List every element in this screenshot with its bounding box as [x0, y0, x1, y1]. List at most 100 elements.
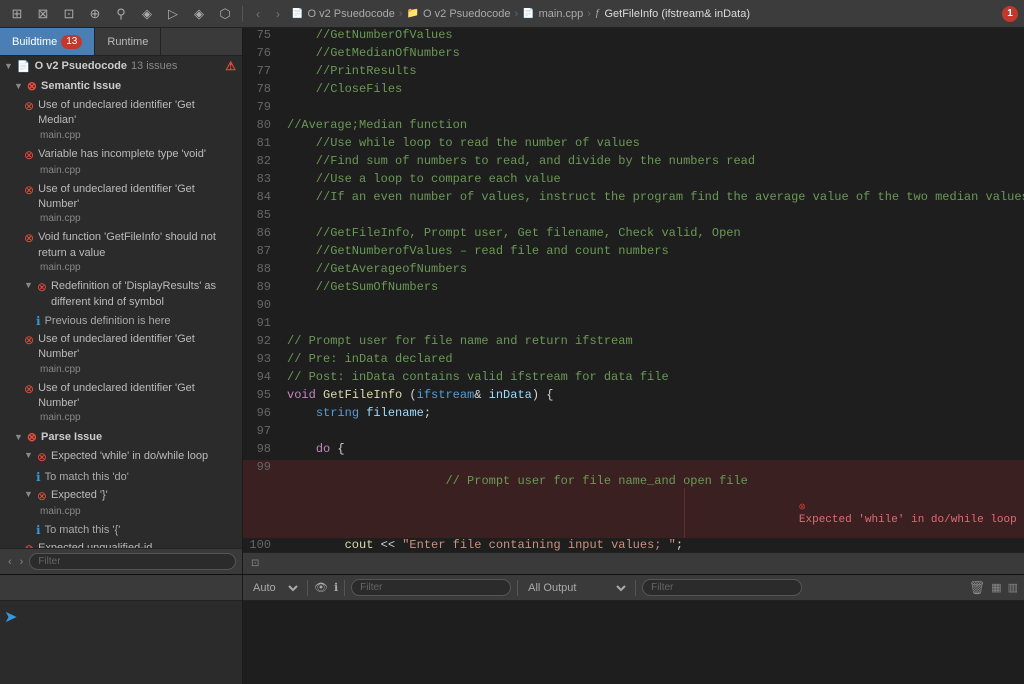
parse-label: Parse Issue — [41, 431, 102, 443]
toolbar-icon-7[interactable]: ▷ — [162, 3, 184, 25]
issue-text: Use of undeclared identifier 'Get Number… — [38, 182, 234, 213]
tab-buildtime[interactable]: Buildtime 13 — [0, 28, 95, 55]
code-table: 75 //GetNumberOfValues 76 //GetMedianOfN… — [243, 28, 1024, 552]
sub-issue-match-do-1[interactable]: ℹ To match this 'do' — [0, 468, 242, 486]
project-name: O v2 Psuedocode — [35, 60, 127, 72]
issues-list[interactable]: ▼ 📄 O v2 Psuedocode 13 issues ⚠ ▼ ⊗ Sema… — [0, 56, 242, 548]
info-icon[interactable]: ℹ — [334, 581, 338, 594]
issue-unqualified-id[interactable]: ⊗ Expected unqualified-id main.cpp — [0, 539, 242, 548]
sep2 — [344, 580, 345, 596]
toolbar-icon-5[interactable]: ⚲ — [110, 3, 132, 25]
issue-redefinition[interactable]: ▼ ⊗ Redefinition of 'DisplayResults' as … — [0, 277, 242, 312]
table-row: 86 //GetFileInfo, Prompt user, Get filen… — [243, 226, 1024, 244]
nav-forward-btn[interactable]: › — [269, 5, 287, 23]
left-panel-bottom: ‹ › — [0, 548, 242, 574]
info-icon: ℹ — [36, 314, 41, 328]
issue-expected-brace[interactable]: ▼ ⊗ Expected '}' main.cpp — [0, 486, 242, 521]
table-row: 96 string filename; — [243, 406, 1024, 424]
grid-icon-1[interactable]: ▦ — [991, 581, 1001, 594]
issue-get-number-1[interactable]: ⊗ Use of undeclared identifier 'Get Numb… — [0, 180, 242, 229]
toolbar-icon-1[interactable]: ⊞ — [6, 3, 28, 25]
issue-incomplete-type[interactable]: ⊗ Variable has incomplete type 'void' ma… — [0, 145, 242, 180]
bottom-left-content: ➤ — [0, 601, 242, 684]
breadcrumb-item-4[interactable]: GetFileInfo (ifstream& inData) — [604, 8, 750, 20]
issue-filename: main.cpp — [24, 212, 234, 226]
toolbar-icon-8[interactable]: ◈ — [188, 3, 210, 25]
breadcrumb-item-3[interactable]: main.cpp — [539, 8, 584, 20]
code-area[interactable]: 75 //GetNumberOfValues 76 //GetMedianOfN… — [243, 28, 1024, 552]
toolbar-icon-3[interactable]: ⊡ — [58, 3, 80, 25]
semantic-issue-group[interactable]: ▼ ⊗ Semantic Issue — [0, 76, 242, 96]
table-row: 95 void GetFileInfo (ifstream& inData) { — [243, 388, 1024, 406]
bottom-right-panel: Auto UTF-8 👁 ℹ All Output Build Output D… — [243, 575, 1024, 684]
sub-issue-match-brace[interactable]: ℹ To match this '{' — [0, 521, 242, 539]
table-row: 83 //Use a loop to compare each value — [243, 172, 1024, 190]
issue-text: Void function 'GetFileInfo' should not r… — [38, 230, 234, 261]
parse-chevron: ▼ — [14, 432, 23, 442]
sub-issue-text: To match this 'do' — [45, 471, 129, 483]
semantic-chevron: ▼ — [14, 81, 23, 91]
toolbar-icon-9[interactable]: ⬡ — [214, 3, 236, 25]
func-icon: ƒ — [595, 8, 601, 19]
error-icon: ⊗ — [24, 381, 34, 398]
buildtime-count: 13 — [61, 35, 82, 49]
issue-text: Expected unqualified-id — [38, 541, 234, 548]
trash-icon[interactable]: 🗑 — [969, 580, 986, 596]
breadcrumb-item-1[interactable]: O v2 Psuedocode — [307, 8, 394, 20]
sub-issue-prev-def[interactable]: ℹ Previous definition is here — [0, 312, 242, 330]
table-row-error: 99 // Prompt user for file name_and open… — [243, 460, 1024, 538]
left-panel: Buildtime 13 Runtime ▼ 📄 O v2 Psuedocode… — [0, 28, 243, 574]
project-header[interactable]: ▼ 📄 O v2 Psuedocode 13 issues ⚠ — [0, 56, 242, 76]
table-row: 89 //GetSumOfNumbers — [243, 280, 1024, 298]
issue-text: Expected '}' — [51, 488, 234, 503]
issue-get-number-3[interactable]: ⊗ Use of undeclared identifier 'Get Numb… — [0, 379, 242, 428]
eye-icon[interactable]: 👁 — [314, 581, 328, 594]
error-icon: ⊗ — [24, 182, 34, 199]
bottom-left-toolbar — [0, 575, 242, 601]
table-row: 90 — [243, 298, 1024, 316]
issue-filename: main.cpp — [24, 164, 234, 178]
toolbar-icon-2[interactable]: ⊠ — [32, 3, 54, 25]
error-icon: ⊗ — [24, 98, 34, 115]
parse-error-icon: ⊗ — [27, 430, 37, 444]
table-row: 81 //Use while loop to read the number o… — [243, 136, 1024, 154]
issue-filename: main.cpp — [24, 363, 234, 377]
issue-get-number-2[interactable]: ⊗ Use of undeclared identifier 'Get Numb… — [0, 330, 242, 379]
table-row: 97 — [243, 424, 1024, 442]
grid-icon-2[interactable]: ▥ — [1008, 581, 1018, 594]
table-row: 98 do { — [243, 442, 1024, 460]
info-icon: ℹ — [36, 470, 41, 484]
semantic-error-icon: ⊗ — [27, 79, 37, 93]
table-row: 84 //If an even number of values, instru… — [243, 190, 1024, 208]
table-row: 87 //GetNumberofValues – read file and c… — [243, 244, 1024, 262]
project-chevron: ▼ — [4, 61, 13, 71]
main-area: Buildtime 13 Runtime ▼ 📄 O v2 Psuedocode… — [0, 28, 1024, 574]
cpp-file-icon: 📄 — [522, 8, 534, 19]
tab-runtime[interactable]: Runtime — [95, 28, 161, 55]
bottom-filter-left[interactable] — [351, 579, 511, 596]
error-dot: ⊗ — [799, 502, 806, 514]
toolbar-icon-4[interactable]: ⊕ — [84, 3, 106, 25]
toolbar-icon-6[interactable]: ◈ — [136, 3, 158, 25]
error-message: Expected 'while' in do/while loop — [799, 514, 1017, 526]
issues-filter-input[interactable] — [29, 553, 236, 570]
auto-select[interactable]: Auto UTF-8 — [249, 581, 301, 595]
table-row: 82 //Find sum of numbers to read, and di… — [243, 154, 1024, 172]
issue-get-median[interactable]: ⊗ Use of undeclared identifier 'Get Medi… — [0, 96, 242, 145]
error-icon: ⊗ — [24, 332, 34, 349]
nav-back-btn[interactable]: ‹ — [249, 5, 267, 23]
table-row: 94 // Post: inData contains valid ifstre… — [243, 370, 1024, 388]
issue-void-return[interactable]: ⊗ Void function 'GetFileInfo' should not… — [0, 228, 242, 277]
output-select[interactable]: All Output Build Output Debugger Output — [524, 581, 629, 595]
breadcrumb-item-2[interactable]: O v2 Psuedocode — [423, 8, 510, 20]
bottom-content — [243, 601, 1024, 684]
error-icon: ⊗ — [37, 449, 47, 466]
sub-issue-text: Previous definition is here — [45, 315, 171, 327]
issue-text: Variable has incomplete type 'void' — [38, 147, 234, 162]
table-row: 93 // Pre: inData declared — [243, 352, 1024, 370]
parse-issue-group[interactable]: ▼ ⊗ Parse Issue — [0, 427, 242, 447]
bottom-filter-right[interactable] — [642, 579, 802, 596]
nav-next-icon[interactable]: › — [18, 554, 26, 570]
issue-expected-while-1[interactable]: ▼ ⊗ Expected 'while' in do/while loop — [0, 447, 242, 468]
nav-prev-icon[interactable]: ‹ — [6, 554, 14, 570]
